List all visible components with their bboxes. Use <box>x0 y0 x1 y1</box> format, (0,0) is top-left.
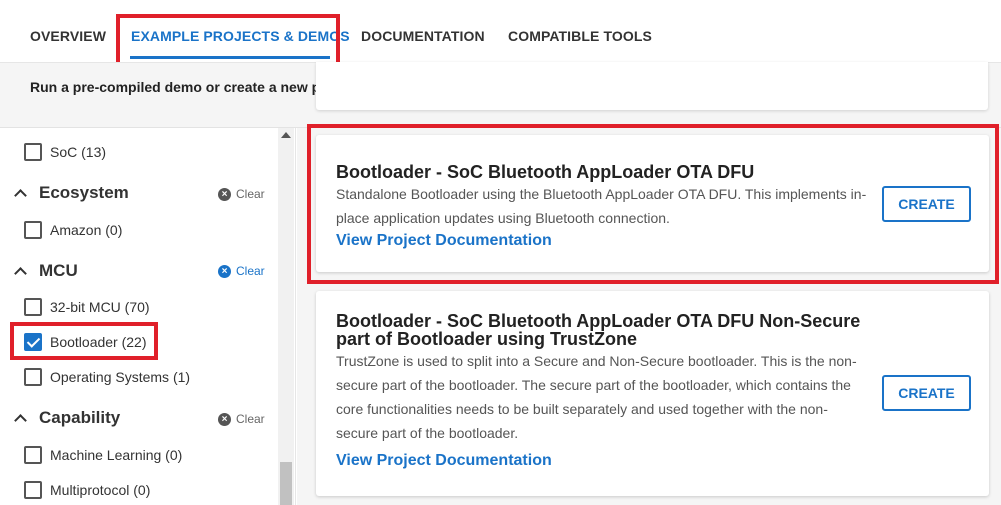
section-ecosystem[interactable]: Ecosystem <box>14 181 129 205</box>
highlight-box-card <box>307 124 999 284</box>
clear-ecosystem-button[interactable]: × Clear <box>218 185 265 203</box>
view-documentation-link[interactable]: View Project Documentation <box>336 452 552 470</box>
clear-label: Clear <box>236 187 265 201</box>
clear-mcu-button[interactable]: × Clear <box>218 262 265 280</box>
filter-amazon[interactable]: Amazon (0) <box>24 219 122 241</box>
project-card: Bootloader - SoC Bluetooth AppLoader OTA… <box>316 291 989 496</box>
tab-overview[interactable]: OVERVIEW <box>30 0 106 62</box>
close-circle-icon: × <box>218 264 231 278</box>
chevron-up-icon <box>14 414 27 427</box>
scroll-up-arrow-icon[interactable] <box>281 132 291 138</box>
filter-label: Operating Systems (1) <box>50 369 191 385</box>
checkbox[interactable] <box>24 368 42 386</box>
chevron-up-icon <box>14 189 27 202</box>
section-title: MCU <box>39 261 78 280</box>
sidebar-scrollbar[interactable] <box>278 128 294 505</box>
section-title: Ecosystem <box>39 183 129 202</box>
card-description-line: secure part of the bootloader. The secur… <box>336 377 851 393</box>
checkbox[interactable] <box>24 481 42 499</box>
clear-label: Clear <box>236 412 265 426</box>
section-capability[interactable]: Capability <box>14 406 121 430</box>
filter-operating-systems[interactable]: Operating Systems (1) <box>24 366 190 388</box>
card-description-line: TrustZone is used to split into a Secure… <box>336 353 857 369</box>
filter-32bit-mcu[interactable]: 32-bit MCU (70) <box>24 296 150 318</box>
card-description-line: core functionalities needs to be built s… <box>336 401 828 417</box>
filter-label: 32-bit MCU (70) <box>50 299 150 315</box>
checkbox[interactable] <box>24 298 42 316</box>
clear-label: Clear <box>236 264 265 278</box>
filter-label: SoC (13) <box>50 144 107 160</box>
filter-multiprotocol[interactable]: Multiprotocol (0) <box>24 479 150 501</box>
card-title-line: part of Bootloader using TrustZone <box>336 329 637 349</box>
section-mcu[interactable]: MCU <box>14 259 78 283</box>
highlight-box-bootloader <box>10 322 158 360</box>
checkbox[interactable] <box>24 143 42 161</box>
chevron-up-icon <box>14 267 27 280</box>
checkbox[interactable] <box>24 446 42 464</box>
card-title-line: Bootloader - SoC Bluetooth AppLoader OTA… <box>336 311 861 331</box>
filter-label: Amazon (0) <box>50 222 123 238</box>
section-title: Capability <box>39 408 121 427</box>
filter-sidebar: SoC (13) Ecosystem × Clear Amazon (0) MC… <box>0 128 296 505</box>
create-button[interactable]: CREATE <box>882 375 971 411</box>
filter-label: Machine Learning (0) <box>50 447 183 463</box>
tab-compatible-tools[interactable]: COMPATIBLE TOOLS <box>508 0 652 62</box>
card-description-line: secure part of the bootloader. <box>336 425 519 441</box>
checkbox[interactable] <box>24 221 42 239</box>
close-circle-icon: × <box>218 187 231 201</box>
previous-card <box>316 62 988 110</box>
scroll-thumb[interactable] <box>280 462 292 505</box>
filter-label: Multiprotocol (0) <box>50 482 151 498</box>
filter-soc[interactable]: SoC (13) <box>24 141 106 163</box>
tab-documentation[interactable]: DOCUMENTATION <box>361 0 485 62</box>
filter-machine-learning[interactable]: Machine Learning (0) <box>24 444 182 466</box>
close-circle-icon: × <box>218 412 231 426</box>
clear-capability-button[interactable]: × Clear <box>218 410 265 428</box>
